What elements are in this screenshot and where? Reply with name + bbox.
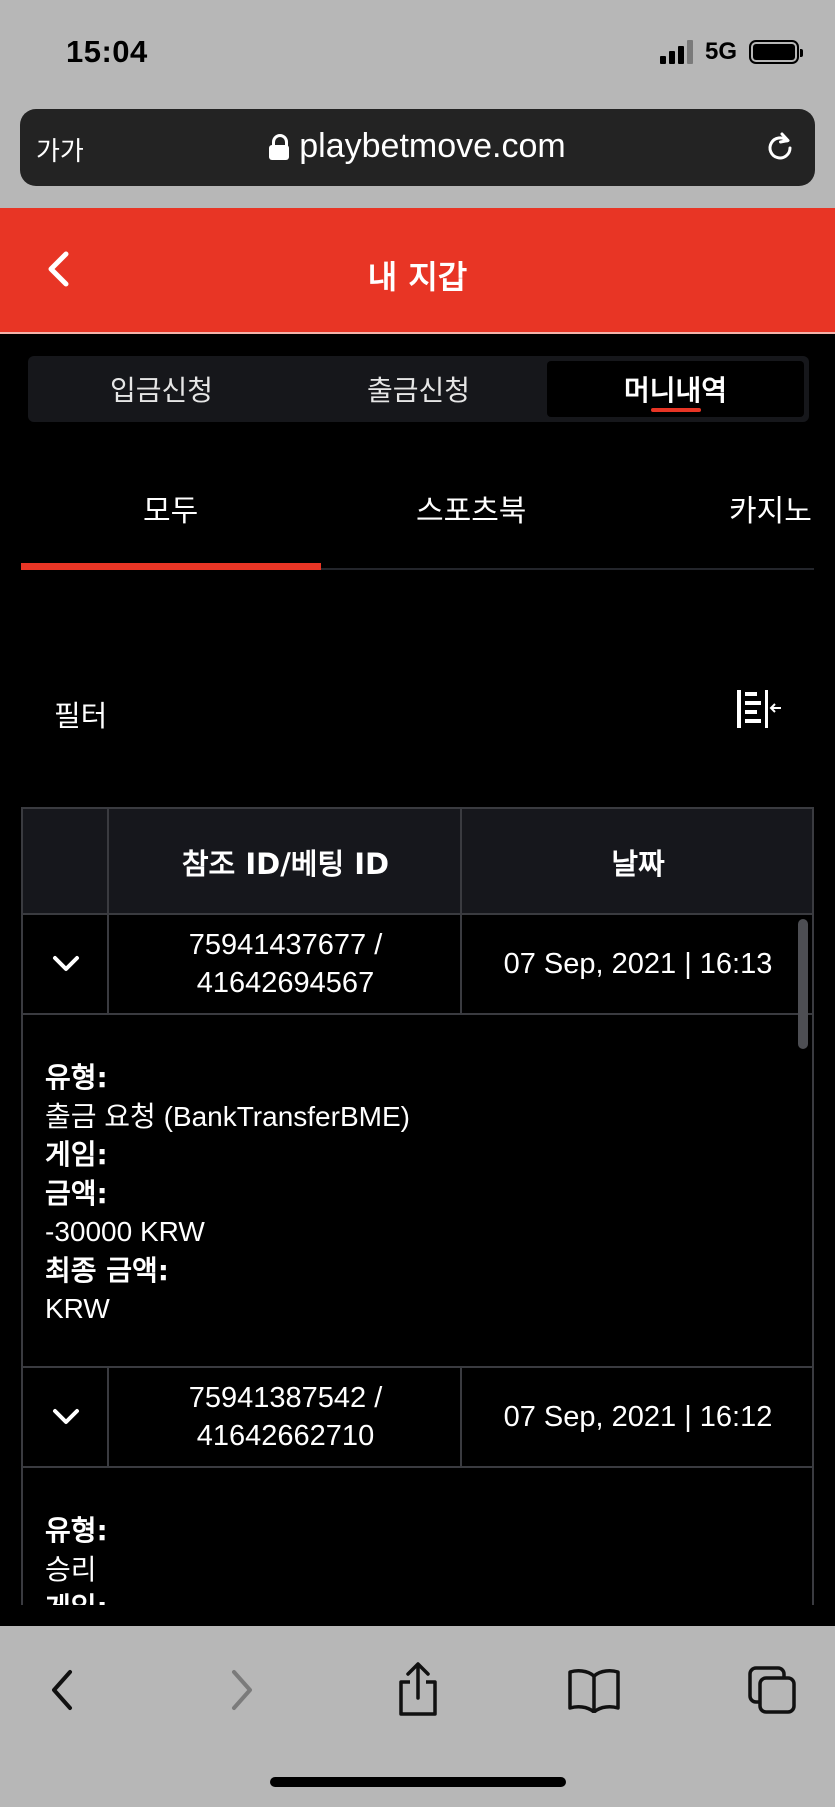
- bet-id: 41642662710: [196, 1420, 375, 1452]
- share-button[interactable]: [388, 1660, 448, 1720]
- reference-id: 75941437677 /: [188, 929, 383, 961]
- bookmarks-button[interactable]: [564, 1660, 624, 1720]
- wallet-tabs: 입금신청 출금신청 머니내역: [28, 356, 809, 422]
- browser-toolbar: [0, 1626, 835, 1807]
- app-header: 내 지갑: [0, 208, 835, 334]
- game-label: 게임:: [45, 1138, 108, 1171]
- ref-id-cell: 75941387542 / 41642662710: [109, 1368, 462, 1466]
- status-bar: 15:04 5G: [0, 0, 835, 105]
- row-details: 유형: 승리 게임:: [23, 1468, 812, 1605]
- filter-label: 필터: [54, 699, 108, 733]
- game-label: 게임:: [45, 1589, 812, 1605]
- tab-all[interactable]: 모두: [143, 486, 198, 530]
- tab-sportsbook[interactable]: 스포츠북: [416, 486, 526, 530]
- date-cell: 07 Sep, 2021 | 16:12: [503, 1400, 773, 1433]
- browser-address-area: 가가 playbetmove.com: [0, 105, 835, 208]
- network-type: 5G: [704, 38, 737, 65]
- tab-casino[interactable]: 카지노: [729, 486, 812, 530]
- column-divider: [460, 807, 462, 1015]
- column-divider: [107, 1368, 109, 1468]
- final-amount-value: KRW: [45, 1293, 110, 1324]
- book-icon: [568, 1669, 620, 1713]
- column-header-ref-id: 참조 ID/베팅 ID: [181, 847, 390, 881]
- table-scrollbar[interactable]: [798, 919, 808, 1049]
- tab-money-history[interactable]: 머니내역: [547, 361, 804, 417]
- tabs-button[interactable]: [742, 1660, 802, 1720]
- amount-value: -30000 KRW: [45, 1216, 205, 1247]
- url-display[interactable]: playbetmove.com: [20, 127, 815, 166]
- home-indicator[interactable]: [270, 1777, 566, 1787]
- column-header-date: 날짜: [611, 847, 665, 881]
- amount-label: 금액:: [45, 1176, 108, 1210]
- browser-forward-button[interactable]: [212, 1660, 272, 1720]
- category-tabs: 모두 스포츠북 카지노: [21, 464, 814, 570]
- chevron-down-icon: [53, 956, 79, 971]
- battery-icon: [749, 40, 803, 64]
- type-label: 유형:: [45, 1514, 108, 1547]
- cellular-signal-icon: [659, 40, 693, 64]
- tabs-icon: [748, 1666, 796, 1714]
- reference-id: 75941387542 /: [188, 1382, 383, 1414]
- column-divider: [460, 1368, 462, 1468]
- tab-withdraw-request[interactable]: 출금신청: [290, 361, 547, 417]
- tab-deposit-request[interactable]: 입금신청: [33, 361, 290, 417]
- table-row[interactable]: 75941387542 / 41642662710 07 Sep, 2021 |…: [23, 1368, 812, 1468]
- final-amount-label: 최종 금액:: [45, 1253, 169, 1287]
- type-value: 승리: [45, 1553, 97, 1585]
- type-value: 출금 요청 (BankTransferBME): [45, 1100, 410, 1132]
- chevron-left-icon: [52, 1670, 72, 1710]
- reload-icon[interactable]: [763, 131, 797, 165]
- share-icon: [399, 1662, 437, 1716]
- type-label: 유형:: [45, 1061, 108, 1094]
- bet-id: 41642694567: [196, 967, 375, 999]
- table-header: 참조 ID/베팅 ID 날짜: [23, 807, 812, 915]
- address-bar[interactable]: 가가 playbetmove.com: [20, 109, 815, 186]
- ref-id-cell: 75941437677 / 41642694567: [109, 915, 462, 1013]
- column-divider: [107, 807, 109, 1015]
- filter-icon[interactable]: [733, 686, 783, 732]
- active-tab-indicator: [21, 563, 321, 570]
- browser-back-button[interactable]: [32, 1660, 92, 1720]
- page-title: 내 지갑: [367, 258, 468, 296]
- chevron-down-icon: [53, 1409, 79, 1424]
- expand-row-button[interactable]: [23, 915, 109, 1013]
- expand-row-button[interactable]: [23, 1368, 109, 1466]
- row-details: 유형: 출금 요청 (BankTransferBME) 게임: 금액: -300…: [23, 1015, 812, 1368]
- chevron-right-icon: [232, 1670, 252, 1710]
- date-cell: 07 Sep, 2021 | 16:13: [503, 947, 773, 980]
- status-time: 15:04: [66, 34, 148, 69]
- money-history-table: 참조 ID/베팅 ID 날짜 75941437677 / 41642694567…: [21, 807, 814, 1605]
- url-text: playbetmove.com: [299, 127, 566, 165]
- lock-icon: [269, 133, 290, 160]
- status-indicators: 5G: [659, 38, 803, 66]
- table-row[interactable]: 75941437677 / 41642694567 07 Sep, 2021 |…: [23, 915, 812, 1015]
